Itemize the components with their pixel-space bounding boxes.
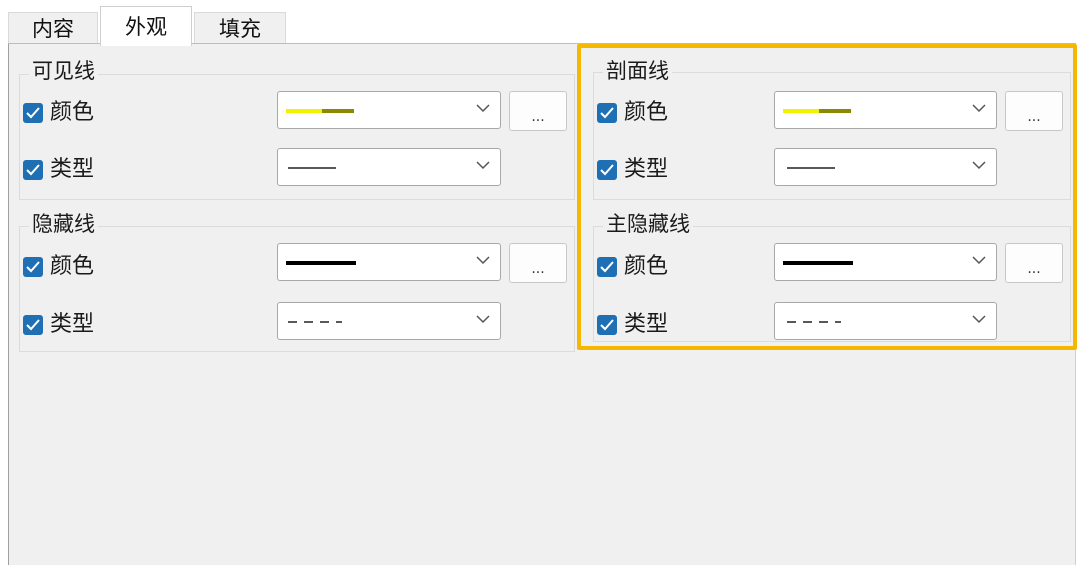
checkmark-icon — [26, 164, 40, 176]
hidden-type-label: 类型 — [50, 312, 95, 337]
visible-color-select[interactable] — [277, 91, 501, 129]
yellow-swatch — [286, 109, 322, 113]
dashed-line-icon — [288, 321, 342, 323]
chevron-down-icon — [476, 315, 490, 324]
chevron-down-icon — [972, 256, 986, 265]
tab-fill[interactable]: 填充 — [194, 12, 286, 44]
main-hidden-type-select[interactable] — [774, 302, 997, 340]
section-line-title: 剖面线 — [603, 59, 672, 83]
section-color-more-button[interactable]: ... — [1005, 91, 1063, 131]
checkmark-icon — [600, 261, 614, 273]
checkmark-icon — [26, 319, 40, 331]
tab-content[interactable]: 内容 — [8, 12, 98, 44]
tab-strip: 内容 外观 填充 — [8, 6, 1076, 46]
section-type-checkbox[interactable] — [597, 160, 617, 180]
visible-color-checkbox[interactable] — [23, 103, 43, 123]
hidden-type-checkbox[interactable] — [23, 315, 43, 335]
checkmark-icon — [26, 107, 40, 119]
hidden-color-label: 颜色 — [50, 254, 95, 279]
section-type-label: 类型 — [624, 157, 669, 182]
hidden-line-title: 隐藏线 — [29, 212, 98, 236]
main-hidden-color-label: 颜色 — [624, 254, 669, 279]
checkmark-icon — [26, 261, 40, 273]
chevron-down-icon — [972, 161, 986, 170]
hidden-color-more-button[interactable]: ... — [509, 243, 567, 283]
dashed-line-icon — [787, 321, 841, 323]
visible-color-more-button[interactable]: ... — [509, 91, 567, 131]
main-hidden-color-more-button[interactable]: ... — [1005, 243, 1063, 283]
visible-type-label: 类型 — [50, 157, 95, 182]
hidden-type-select[interactable] — [277, 302, 501, 340]
visible-color-label: 颜色 — [50, 100, 95, 125]
chevron-down-icon — [972, 315, 986, 324]
hidden-color-checkbox[interactable] — [23, 257, 43, 277]
section-color-checkbox[interactable] — [597, 103, 617, 123]
main-hidden-type-label: 类型 — [624, 312, 669, 337]
black-swatch — [783, 261, 853, 265]
main-hidden-line-title: 主隐藏线 — [603, 212, 693, 236]
chevron-down-icon — [972, 104, 986, 113]
chevron-down-icon — [476, 104, 490, 113]
visible-type-select[interactable] — [277, 148, 501, 186]
checkmark-icon — [600, 319, 614, 331]
visible-line-title: 可见线 — [29, 59, 98, 83]
appearance-panel: 可见线 颜色 ... 类型 隐藏线 颜色 ... 类型 剖面线 颜色 ... 类… — [8, 44, 1076, 565]
section-color-select[interactable] — [774, 91, 997, 129]
chevron-down-icon — [476, 161, 490, 170]
checkmark-icon — [600, 164, 614, 176]
hidden-color-select[interactable] — [277, 243, 501, 281]
yellow-swatch — [783, 109, 819, 113]
section-type-select[interactable] — [774, 148, 997, 186]
main-hidden-color-checkbox[interactable] — [597, 257, 617, 277]
olive-swatch — [322, 109, 354, 113]
solid-line-icon — [288, 167, 336, 169]
solid-line-icon — [787, 167, 835, 169]
olive-swatch — [819, 109, 851, 113]
chevron-down-icon — [476, 256, 490, 265]
checkmark-icon — [600, 107, 614, 119]
main-hidden-color-select[interactable] — [774, 243, 997, 281]
black-swatch — [286, 261, 356, 265]
visible-type-checkbox[interactable] — [23, 160, 43, 180]
section-color-label: 颜色 — [624, 100, 669, 125]
main-hidden-type-checkbox[interactable] — [597, 315, 617, 335]
tab-appearance[interactable]: 外观 — [100, 6, 192, 46]
